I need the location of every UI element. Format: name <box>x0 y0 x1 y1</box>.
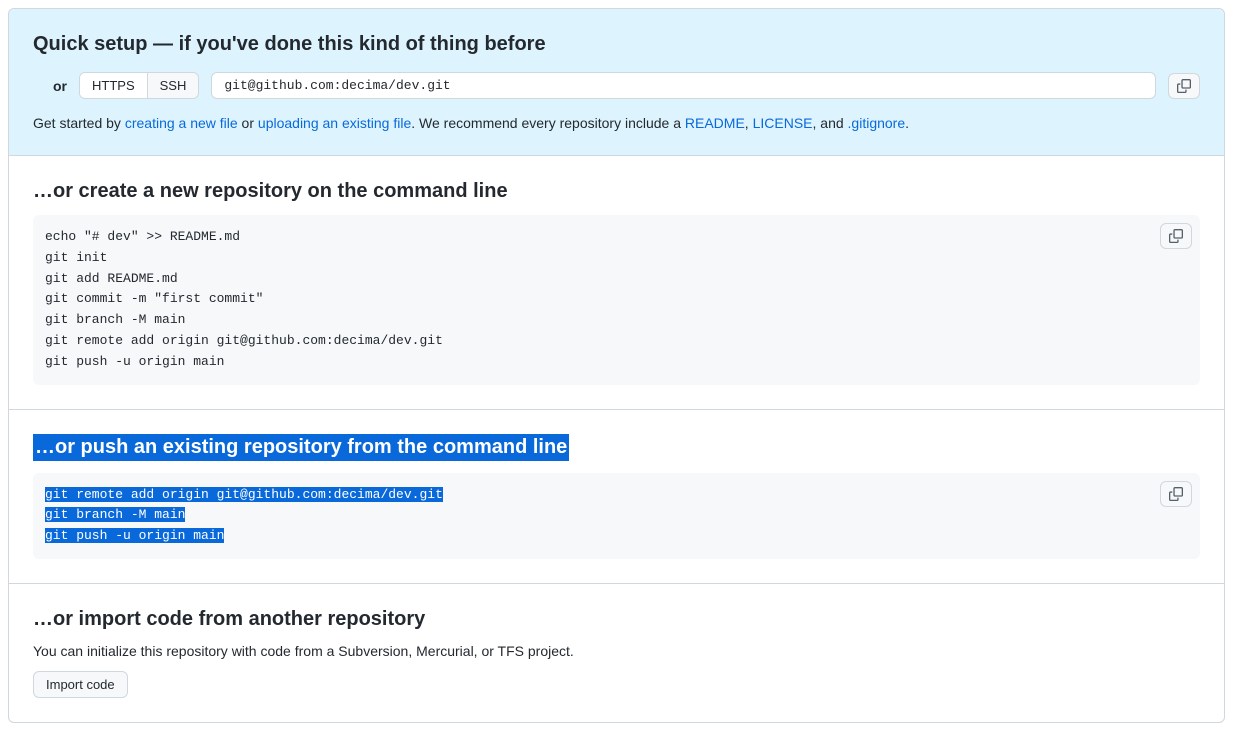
repo-setup-container: Quick setup — if you've done this kind o… <box>8 8 1225 723</box>
clipboard-icon <box>1177 79 1191 93</box>
ssh-button[interactable]: SSH <box>148 73 199 98</box>
or-label: or <box>53 78 67 94</box>
push-existing-code-wrap: git remote add origin git@github.com:dec… <box>33 473 1200 559</box>
create-file-link[interactable]: creating a new file <box>125 115 238 131</box>
code-line: git remote add origin git@github.com:dec… <box>45 487 443 502</box>
quick-setup-section: Quick setup — if you've done this kind o… <box>9 9 1224 156</box>
import-code-button[interactable]: Import code <box>33 671 128 698</box>
import-code-desc: You can initialize this repository with … <box>33 643 1200 659</box>
import-code-section: …or import code from another repository … <box>9 584 1224 722</box>
create-repo-code-wrap: echo "# dev" >> README.md git init git a… <box>33 215 1200 385</box>
push-existing-code[interactable]: git remote add origin git@github.com:dec… <box>33 473 1200 559</box>
create-repo-heading: …or create a new repository on the comma… <box>33 180 1200 203</box>
license-link[interactable]: LICENSE <box>753 115 813 131</box>
copy-create-code-button[interactable] <box>1160 223 1192 249</box>
create-repo-section: …or create a new repository on the comma… <box>9 156 1224 410</box>
copy-push-code-button[interactable] <box>1160 481 1192 507</box>
push-existing-section: …or push an existing repository from the… <box>9 410 1224 584</box>
clone-url-row: or HTTPS SSH <box>33 72 1200 99</box>
protocol-toggle: HTTPS SSH <box>79 72 199 99</box>
clone-url-input[interactable] <box>211 72 1156 99</box>
get-started-text: Get started by creating a new file or up… <box>33 115 1200 131</box>
readme-link[interactable]: README <box>685 115 745 131</box>
import-code-heading: …or import code from another repository <box>33 608 1200 631</box>
https-button[interactable]: HTTPS <box>80 73 148 98</box>
push-existing-heading: …or push an existing repository from the… <box>33 434 569 461</box>
gitignore-link[interactable]: .gitignore <box>848 115 906 131</box>
upload-file-link[interactable]: uploading an existing file <box>258 115 411 131</box>
copy-url-button[interactable] <box>1168 73 1200 99</box>
code-line: git push -u origin main <box>45 528 224 543</box>
code-line: git branch -M main <box>45 507 185 522</box>
clipboard-icon <box>1169 487 1183 501</box>
create-repo-code[interactable]: echo "# dev" >> README.md git init git a… <box>33 215 1200 385</box>
quick-setup-heading: Quick setup — if you've done this kind o… <box>33 33 1200 56</box>
clipboard-icon <box>1169 229 1183 243</box>
